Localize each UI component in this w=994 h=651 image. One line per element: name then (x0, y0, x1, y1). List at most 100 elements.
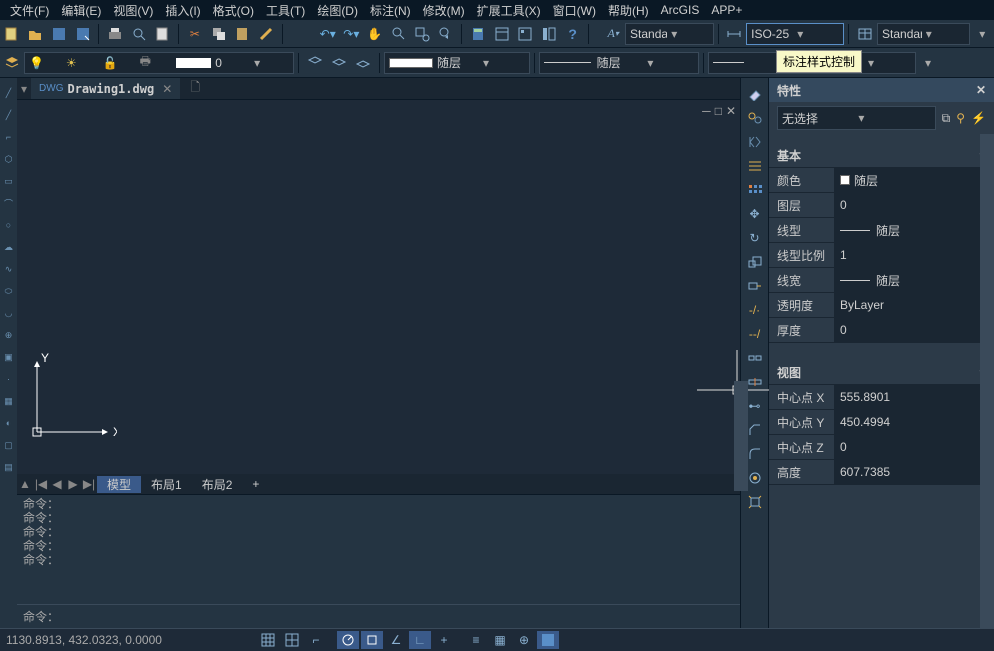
calc-button[interactable] (467, 23, 489, 45)
trim-tool[interactable]: -/· (741, 299, 768, 321)
textstyle-combo[interactable]: Standard▾ (625, 23, 714, 45)
menu-format[interactable]: 格式(O) (207, 2, 260, 19)
toolbar2-overflow-button[interactable]: ▾ (917, 52, 939, 74)
spline-tool[interactable]: ∿ (1, 259, 16, 279)
tab-add[interactable]: + (242, 477, 269, 491)
drawing-canvas[interactable]: ─ □ ✕ X Y (17, 100, 740, 474)
ellipse-tool[interactable]: ⬭ (1, 281, 16, 301)
prop-centerz[interactable]: 中心点 Z0 (769, 435, 994, 460)
array-tool[interactable] (741, 179, 768, 201)
tablestyle-combo[interactable]: Standard▾ (877, 23, 970, 45)
tab-layout2[interactable]: 布局2 (192, 476, 243, 493)
linetype-combo[interactable]: 随层▾ (539, 52, 699, 74)
pline-tool[interactable]: ⌐ (1, 127, 16, 147)
prop-color[interactable]: 颜色随层 (769, 168, 994, 193)
zoom-prev-button[interactable] (435, 23, 457, 45)
zoom-realtime-button[interactable] (388, 23, 410, 45)
section-view-header[interactable]: 视图▾ (769, 361, 994, 385)
textstyle-icon[interactable]: A▾ (602, 23, 624, 45)
snap-button[interactable] (257, 631, 279, 649)
line-tool[interactable]: ╱ (1, 83, 16, 103)
revcloud-tool[interactable]: ☁ (1, 237, 16, 257)
print-button[interactable] (104, 23, 126, 45)
prop-height[interactable]: 高度607.7385 (769, 460, 994, 485)
zoom-window-button[interactable] (411, 23, 433, 45)
pan-button[interactable]: ✋ (364, 23, 386, 45)
menu-help[interactable]: 帮助(H) (602, 2, 655, 19)
menu-edit[interactable]: 编辑(E) (55, 2, 107, 19)
selection-combo[interactable]: 无选择▾ (777, 106, 936, 130)
circle-tool[interactable]: ○ (1, 215, 16, 235)
prop-transparency[interactable]: 透明度ByLayer (769, 293, 994, 318)
redo-button[interactable]: ↷▾ (341, 23, 363, 45)
prop-lineweight[interactable]: 线宽随层 (769, 268, 994, 293)
toolpalette-button[interactable] (538, 23, 560, 45)
dimstyle-icon[interactable] (724, 23, 746, 45)
save-button[interactable] (48, 23, 70, 45)
layerprev-button[interactable] (352, 52, 374, 74)
region-tool[interactable]: ▢ (1, 435, 16, 455)
otrack-button[interactable]: ∠ (385, 631, 407, 649)
layer-combo[interactable]: 💡 ☀ 🔓 🖶 0 ▾ (24, 52, 294, 74)
menu-draw[interactable]: 绘图(D) (311, 2, 364, 19)
sheet-button[interactable] (152, 23, 174, 45)
dyn-button[interactable]: + (433, 631, 455, 649)
prop-centerx[interactable]: 中心点 X555.8901 (769, 385, 994, 410)
undo-button[interactable]: ↶▾ (317, 23, 339, 45)
transparency-button[interactable]: ▦ (489, 631, 511, 649)
tabs-dropdown[interactable]: ▾ (17, 82, 31, 96)
minimize-button[interactable]: ─ (702, 104, 711, 118)
dimstyle-combo[interactable]: ISO-25▾ (746, 23, 844, 45)
layer-manager-button[interactable] (1, 52, 23, 74)
insert-tool[interactable]: ⊕ (1, 325, 16, 345)
prop-linetype[interactable]: 线型随层 (769, 218, 994, 243)
flash-icon[interactable]: ⚡ (971, 111, 986, 125)
coordinates[interactable]: 1130.8913, 432.0323, 0.0000 (6, 633, 236, 647)
block-tool[interactable]: ▣ (1, 347, 16, 367)
new-tab-button[interactable]: 🗋 (180, 78, 210, 99)
erase-tool[interactable] (741, 83, 768, 105)
print-preview-button[interactable] (128, 23, 150, 45)
saveas-button[interactable] (72, 23, 94, 45)
polygon-tool[interactable]: ⬡ (1, 149, 16, 169)
designctr-button[interactable] (515, 23, 537, 45)
properties-header[interactable]: 特性 ✕ (769, 78, 994, 102)
arc-tool[interactable]: ⌒ (1, 193, 16, 213)
section-basic-header[interactable]: 基本▾ (769, 144, 994, 168)
prop-centery[interactable]: 中心点 Y450.4994 (769, 410, 994, 435)
tablestyle-icon[interactable] (854, 23, 876, 45)
explode-tool[interactable] (741, 491, 768, 513)
help-button[interactable]: ? (562, 23, 584, 45)
offset-tool[interactable] (741, 155, 768, 177)
tabs-next-button[interactable]: ▶ (65, 477, 81, 491)
scale-tool[interactable] (741, 251, 768, 273)
tab-model[interactable]: 模型 (97, 476, 141, 493)
tab-layout1[interactable]: 布局1 (141, 476, 192, 493)
xline-tool[interactable]: ╱ (1, 105, 16, 125)
tabs-prev-button[interactable]: ◀ (49, 477, 65, 491)
cmd-scrollbar[interactable] (734, 381, 748, 491)
qp-button[interactable]: ⊕ (513, 631, 535, 649)
rotate-tool[interactable]: ↻ (741, 227, 768, 249)
command-history[interactable]: 命令： 命令： 命令： 命令： 命令： (17, 495, 740, 604)
menu-view[interactable]: 视图(V) (107, 2, 159, 19)
layerstate-button[interactable] (304, 52, 326, 74)
paste-button[interactable] (231, 23, 253, 45)
move-tool[interactable]: ✥ (741, 203, 768, 225)
match-prop-button[interactable] (255, 23, 277, 45)
maximize-button[interactable]: □ (715, 104, 722, 118)
lwt-button[interactable]: ≡ (465, 631, 487, 649)
properties-button[interactable] (491, 23, 513, 45)
ellipsearc-tool[interactable]: ◡ (1, 303, 16, 323)
layeriso-button[interactable] (328, 52, 350, 74)
document-tab[interactable]: DWG Drawing1.dwg ✕ (31, 78, 180, 99)
toolbar-overflow-button[interactable]: ▾ (971, 23, 993, 45)
polar-button[interactable] (337, 631, 359, 649)
menu-tools[interactable]: 工具(T) (260, 2, 311, 19)
osnap-button[interactable] (361, 631, 383, 649)
properties-scrollbar[interactable] (980, 134, 994, 628)
model-button[interactable] (537, 631, 559, 649)
ortho-button[interactable]: ⌐ (305, 631, 327, 649)
menu-window[interactable]: 窗口(W) (547, 2, 602, 19)
menu-insert[interactable]: 插入(I) (159, 2, 206, 19)
